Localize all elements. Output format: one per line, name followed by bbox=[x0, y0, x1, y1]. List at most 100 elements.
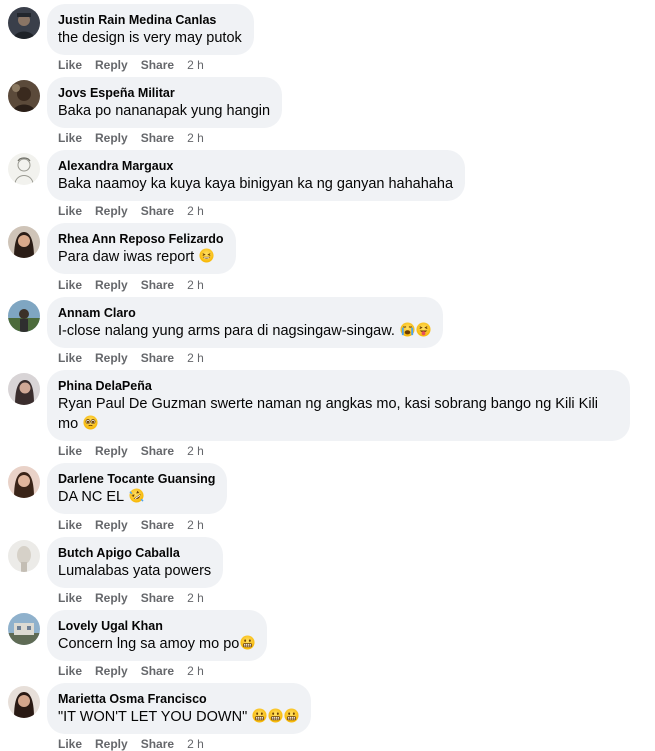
share-button[interactable]: Share bbox=[141, 278, 174, 292]
like-button[interactable]: Like bbox=[58, 278, 82, 292]
share-button[interactable]: Share bbox=[141, 591, 174, 605]
comment-author[interactable]: Justin Rain Medina Canlas bbox=[58, 12, 242, 28]
comment-author[interactable]: Alexandra Margaux bbox=[58, 158, 453, 174]
comment-text-content: "IT WON'T LET YOU DOWN" bbox=[58, 709, 248, 725]
like-button[interactable]: Like bbox=[58, 131, 82, 145]
like-button[interactable]: Like bbox=[58, 664, 82, 678]
comment-bubble: Rhea Ann Reposo Felizardo Para daw iwas … bbox=[47, 223, 236, 274]
like-button[interactable]: Like bbox=[58, 58, 82, 72]
reply-button[interactable]: Reply bbox=[95, 204, 128, 218]
reply-button[interactable]: Reply bbox=[95, 444, 128, 458]
share-button[interactable]: Share bbox=[141, 58, 174, 72]
comment-author[interactable]: Darlene Tocante Guansing bbox=[58, 471, 215, 487]
grimacing-face-icon bbox=[284, 708, 299, 723]
comment-timestamp[interactable]: 2 h bbox=[187, 444, 204, 458]
like-button[interactable]: Like bbox=[58, 518, 82, 532]
like-button[interactable]: Like bbox=[58, 351, 82, 365]
comment-text-content: Baka naamoy ka kuya kaya binigyan ka ng … bbox=[58, 176, 454, 192]
comment-bubble: Annam Claro I-close nalang yung arms par… bbox=[47, 297, 443, 348]
reply-button[interactable]: Reply bbox=[95, 278, 128, 292]
share-button[interactable]: Share bbox=[141, 131, 174, 145]
avatar[interactable] bbox=[8, 226, 40, 258]
comment-text: Baka naamoy ka kuya kaya binigyan ka ng … bbox=[58, 174, 453, 194]
avatar[interactable] bbox=[8, 300, 40, 332]
comment-author[interactable]: Marietta Osma Francisco bbox=[58, 691, 299, 707]
crying-face-icon bbox=[400, 322, 415, 337]
comment-author[interactable]: Jovs Espeña Militar bbox=[58, 85, 270, 101]
like-button[interactable]: Like bbox=[58, 591, 82, 605]
avatar[interactable] bbox=[8, 540, 40, 572]
reply-button[interactable]: Reply bbox=[95, 518, 128, 532]
comment-text-content: I-close nalang yung arms para di nagsing… bbox=[58, 323, 395, 339]
reply-button[interactable]: Reply bbox=[95, 737, 128, 751]
share-button[interactable]: Share bbox=[141, 518, 174, 532]
reply-button[interactable]: Reply bbox=[95, 591, 128, 605]
comment-actions: Like Reply Share 2 h bbox=[58, 58, 204, 72]
comment-text-content: Ryan Paul De Guzman swerte naman ng angk… bbox=[58, 396, 599, 432]
comment-author[interactable]: Lovely Ugal Khan bbox=[58, 618, 255, 634]
grimacing-face-icon bbox=[268, 708, 283, 723]
comment-text-content: Baka po nananapak yung hangin bbox=[58, 103, 271, 119]
share-button[interactable]: Share bbox=[141, 664, 174, 678]
comment-bubble: Darlene Tocante Guansing DA NC EL bbox=[47, 463, 228, 514]
avatar[interactable] bbox=[8, 373, 40, 405]
comment-actions: Like Reply Share 2 h bbox=[58, 591, 204, 605]
comment-timestamp[interactable]: 2 h bbox=[187, 664, 204, 678]
like-button[interactable]: Like bbox=[58, 444, 82, 458]
grimacing-face-icon bbox=[252, 708, 267, 723]
reply-button[interactable]: Reply bbox=[95, 131, 128, 145]
comment-text: I-close nalang yung arms para di nagsing… bbox=[58, 321, 431, 341]
reply-button[interactable]: Reply bbox=[95, 351, 128, 365]
comment-timestamp[interactable]: 2 h bbox=[187, 351, 204, 365]
comment-timestamp[interactable]: 2 h bbox=[187, 278, 204, 292]
share-button[interactable]: Share bbox=[141, 444, 174, 458]
share-button[interactable]: Share bbox=[141, 204, 174, 218]
avatar[interactable] bbox=[8, 466, 40, 498]
comment-bubble: Butch Apigo Caballa Lumalabas yata power… bbox=[47, 537, 224, 588]
comment-text-content: Lumalabas yata powers bbox=[58, 563, 212, 579]
comment-actions: Like Reply Share 2 h bbox=[58, 351, 204, 365]
rolling-laughing-face-icon bbox=[129, 488, 144, 503]
comment-bubble: Justin Rain Medina Canlas the design is … bbox=[47, 4, 254, 55]
comment-timestamp[interactable]: 2 h bbox=[187, 131, 204, 145]
comment-timestamp[interactable]: 2 h bbox=[187, 737, 204, 751]
comment-text: Lumalabas yata powers bbox=[58, 561, 211, 581]
comment-timestamp[interactable]: 2 h bbox=[187, 58, 204, 72]
comment-text: Ryan Paul De Guzman swerte naman ng angk… bbox=[58, 394, 618, 434]
comment-actions: Like Reply Share 2 h bbox=[58, 131, 204, 145]
comment-text: DA NC EL bbox=[58, 487, 215, 507]
avatar[interactable] bbox=[8, 153, 40, 185]
comment-text: Baka po nananapak yung hangin bbox=[58, 101, 270, 121]
comment-actions: Like Reply Share 2 h bbox=[58, 664, 204, 678]
comment-bubble: Marietta Osma Francisco "IT WON'T LET YO… bbox=[47, 683, 312, 734]
comment-author[interactable]: Butch Apigo Caballa bbox=[58, 545, 211, 561]
reply-button[interactable]: Reply bbox=[95, 58, 128, 72]
comment-timestamp[interactable]: 2 h bbox=[187, 591, 204, 605]
share-button[interactable]: Share bbox=[141, 737, 174, 751]
comment-text-content: Para daw iwas report bbox=[58, 249, 195, 265]
like-button[interactable]: Like bbox=[58, 204, 82, 218]
comment-text: Concern lng sa amoy mo po bbox=[58, 634, 255, 654]
pleading-face-icon bbox=[83, 415, 98, 430]
squinting-tongue-face-icon bbox=[416, 322, 431, 337]
comment-text-content: the design is very may putok bbox=[58, 30, 242, 46]
comment-bubble: Lovely Ugal Khan Concern lng sa amoy mo … bbox=[47, 610, 268, 661]
comment-author[interactable]: Phina DelaPeña bbox=[58, 378, 618, 394]
avatar[interactable] bbox=[8, 7, 40, 39]
comment-actions: Like Reply Share 2 h bbox=[58, 737, 204, 751]
comment-text: "IT WON'T LET YOU DOWN" bbox=[58, 707, 299, 727]
grimacing-face-icon bbox=[240, 635, 255, 650]
comment-actions: Like Reply Share 2 h bbox=[58, 204, 204, 218]
comment-timestamp[interactable]: 2 h bbox=[187, 204, 204, 218]
avatar[interactable] bbox=[8, 613, 40, 645]
avatar[interactable] bbox=[8, 80, 40, 112]
reply-button[interactable]: Reply bbox=[95, 664, 128, 678]
like-button[interactable]: Like bbox=[58, 737, 82, 751]
comment-author[interactable]: Annam Claro bbox=[58, 305, 431, 321]
avatar[interactable] bbox=[8, 686, 40, 718]
comment-author[interactable]: Rhea Ann Reposo Felizardo bbox=[58, 231, 224, 247]
share-button[interactable]: Share bbox=[141, 351, 174, 365]
comment-text: the design is very may putok bbox=[58, 28, 242, 48]
comment-timestamp[interactable]: 2 h bbox=[187, 518, 204, 532]
comment-actions: Like Reply Share 2 h bbox=[58, 518, 204, 532]
